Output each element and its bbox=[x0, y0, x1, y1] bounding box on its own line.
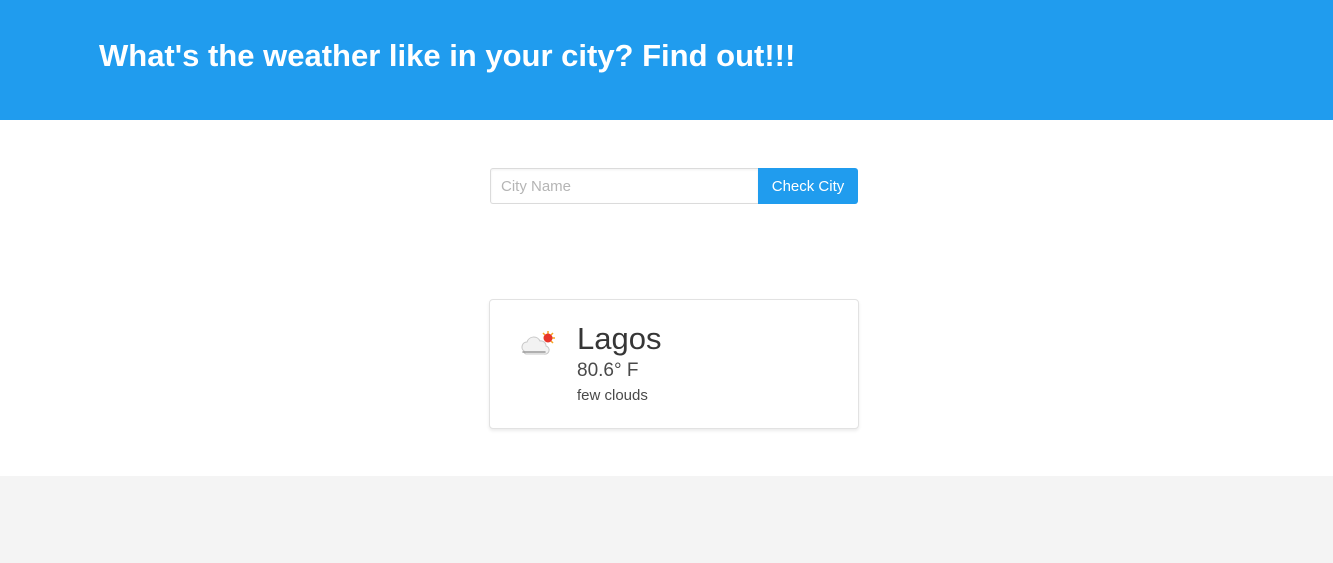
city-name: Lagos bbox=[577, 321, 662, 356]
page-footer bbox=[0, 476, 1333, 563]
weather-card: Lagos 80.6° F few clouds bbox=[489, 299, 859, 429]
few-clouds-icon bbox=[518, 328, 558, 358]
hero-banner: What's the weather like in your city? Fi… bbox=[0, 0, 1333, 120]
weather-description: few clouds bbox=[577, 387, 648, 404]
main-content: Check City Lagos 80.6° F few clouds bbox=[0, 120, 1333, 476]
temperature-value: 80.6° F bbox=[577, 360, 639, 381]
city-search-form: Check City bbox=[490, 168, 858, 204]
page-title: What's the weather like in your city? Fi… bbox=[99, 38, 796, 73]
city-name-input[interactable] bbox=[490, 168, 758, 204]
check-city-button[interactable]: Check City bbox=[758, 168, 858, 204]
